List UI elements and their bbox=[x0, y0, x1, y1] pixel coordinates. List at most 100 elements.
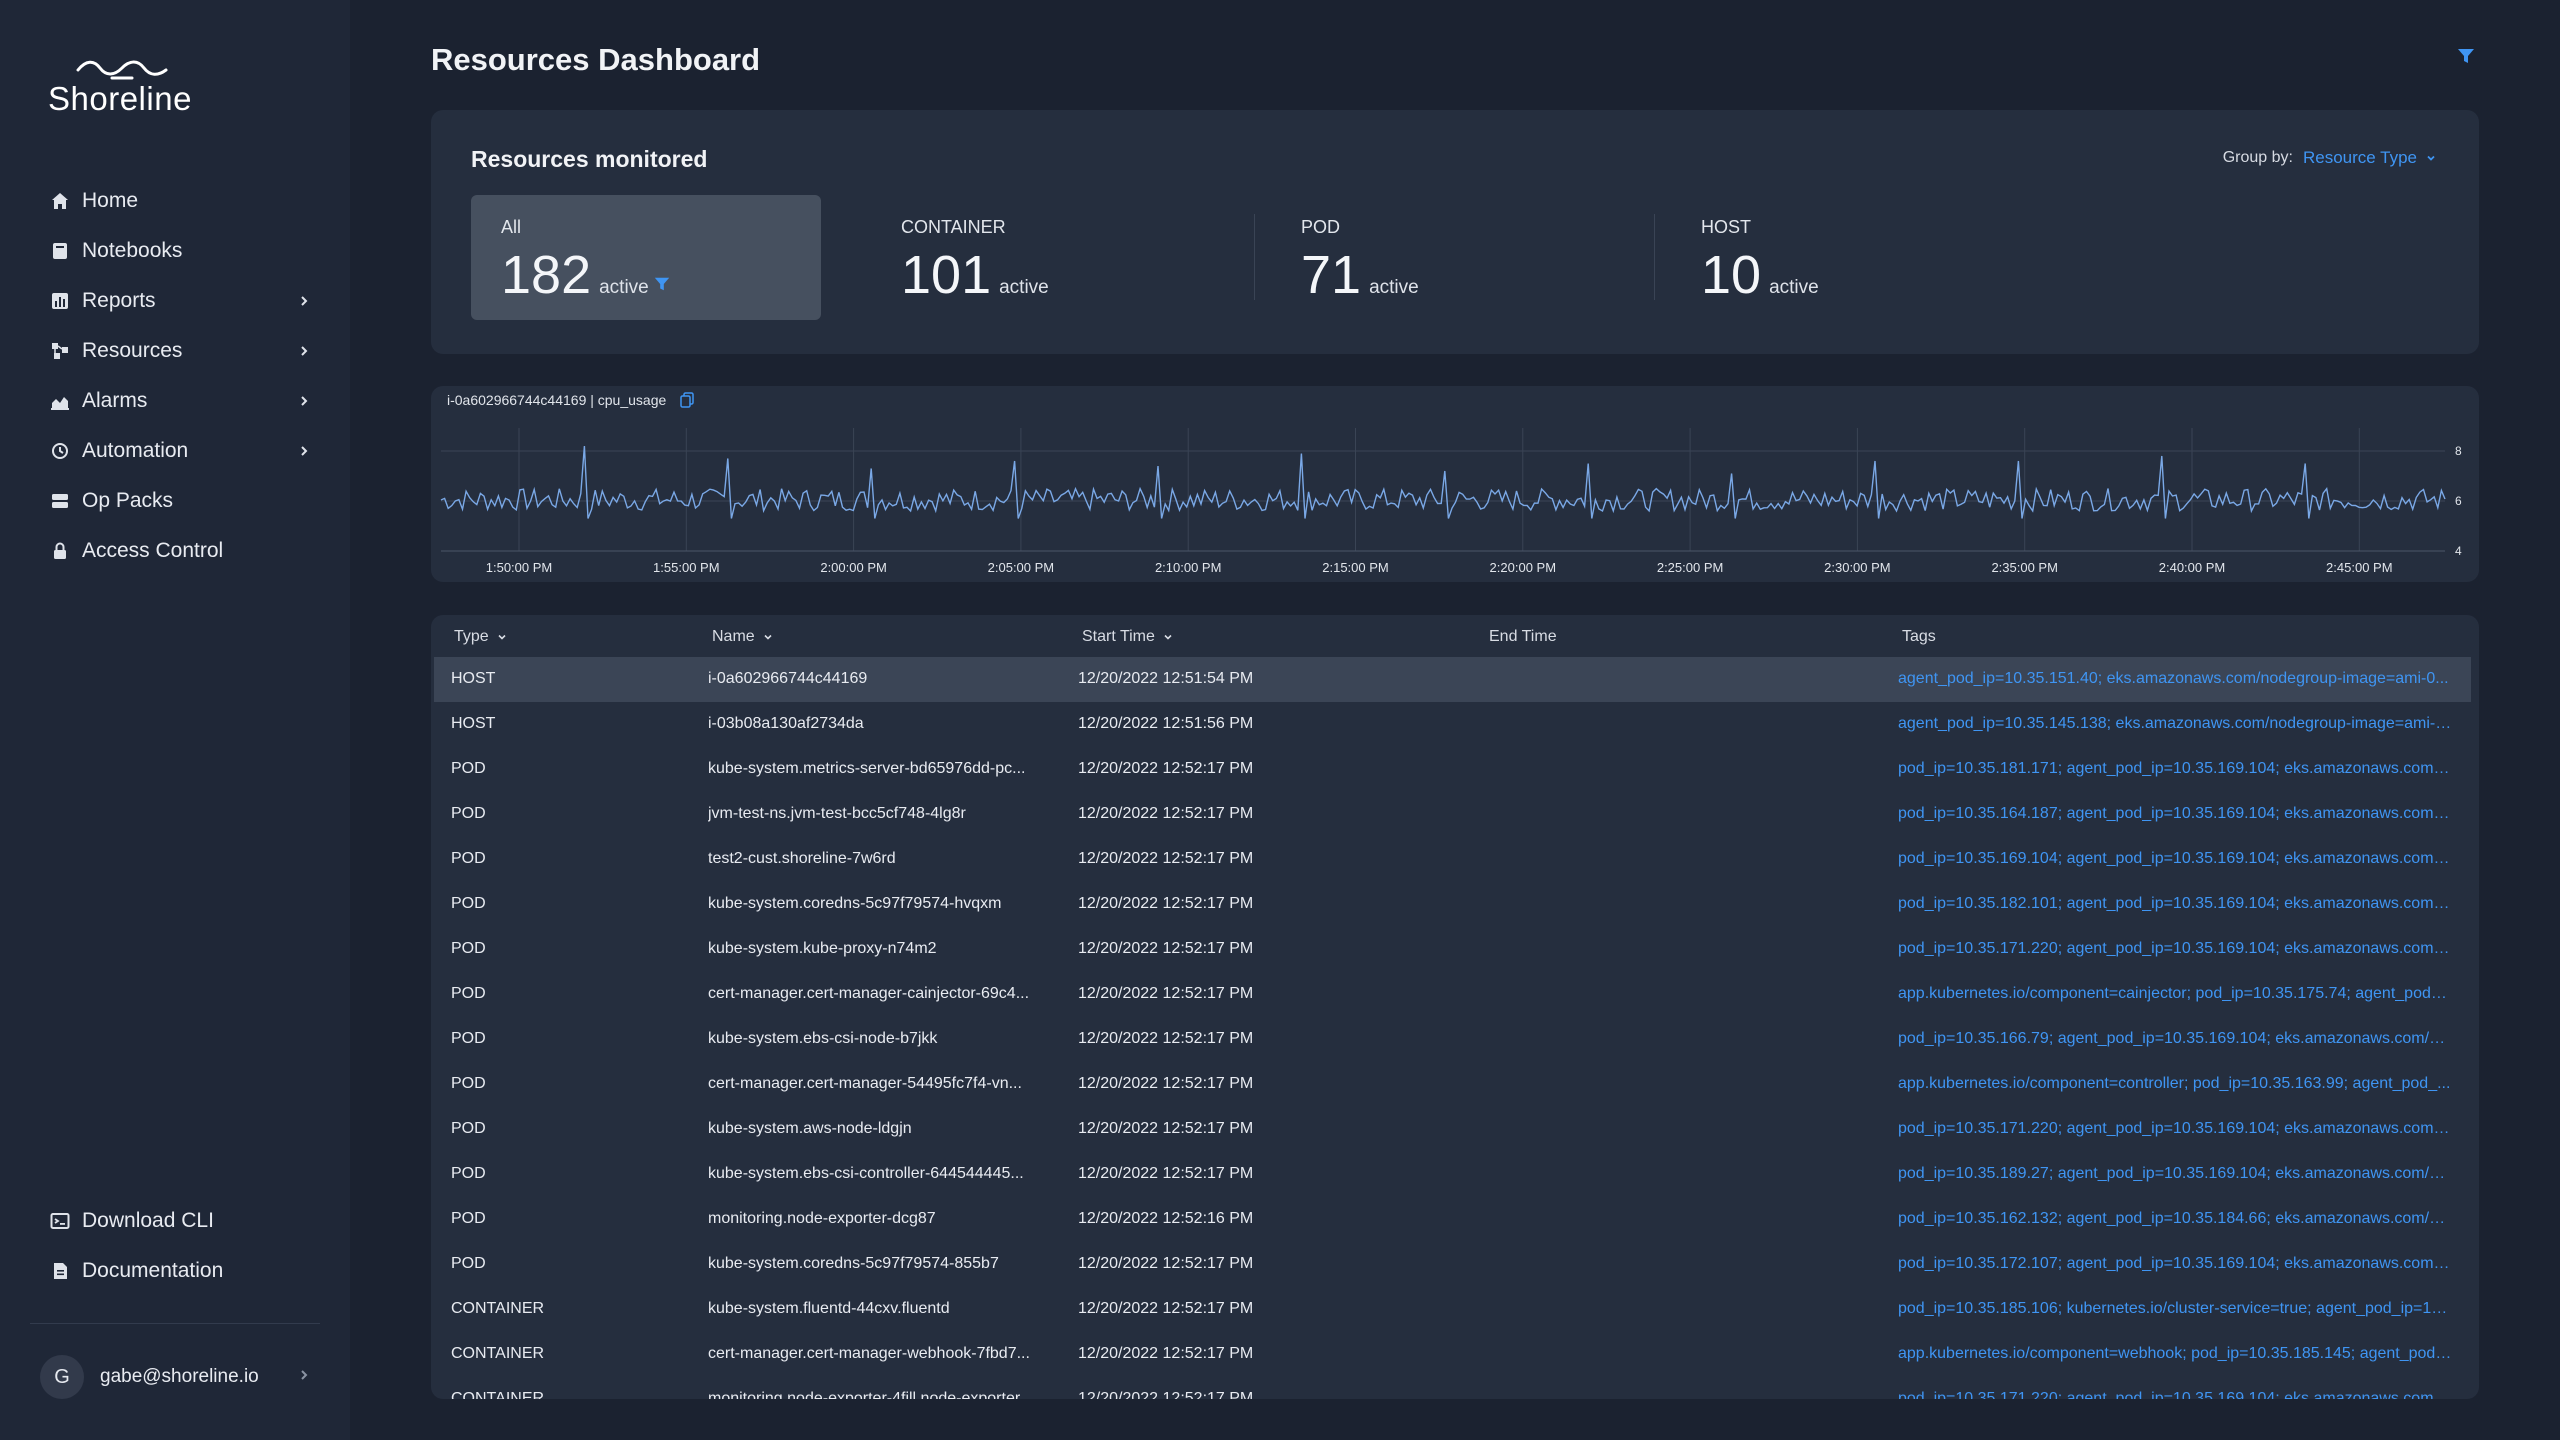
cell-type: CONTAINER bbox=[451, 1390, 545, 1399]
group-by-select[interactable]: Resource Type bbox=[2303, 148, 2437, 168]
cell-start-time: 12/20/2022 12:52:17 PM bbox=[1078, 1345, 1254, 1362]
x-tick-label: 1:55:00 PM bbox=[653, 560, 720, 575]
sidebar-item-documentation[interactable]: Documentation bbox=[0, 1246, 350, 1296]
column-header-name[interactable]: Name bbox=[712, 628, 773, 646]
column-label: Tags bbox=[1902, 628, 1936, 645]
resource-card-host[interactable]: HOST 10 active bbox=[1671, 195, 1991, 320]
cell-tags[interactable]: pod_ip=10.35.182.101; agent_pod_ip=10.35… bbox=[1898, 895, 2452, 913]
x-tick-label: 2:30:00 PM bbox=[1824, 560, 1891, 575]
chevron-right-icon bbox=[298, 1368, 310, 1386]
chart-title-bar: i-0a602966744c44169 | cpu_usage bbox=[447, 392, 695, 408]
cell-tags[interactable]: pod_ip=10.35.171.220; agent_pod_ip=10.35… bbox=[1898, 1390, 2452, 1399]
summary-title: Resources monitored bbox=[471, 146, 708, 172]
group-by: Group by: Resource Type bbox=[2223, 148, 2437, 168]
table-row[interactable]: CONTAINER kube-system.fluentd-44cxv.fluen… bbox=[431, 1287, 2479, 1332]
column-header-type[interactable]: Type bbox=[454, 628, 507, 646]
sidebar-item-access-control[interactable]: Access Control bbox=[0, 526, 350, 576]
resource-card-container[interactable]: CONTAINER 101 active bbox=[871, 195, 1191, 320]
table-row[interactable]: POD kube-system.ebs-csi-node-b7jkk 12/20/2… bbox=[431, 1017, 2479, 1062]
cell-type: POD bbox=[451, 1030, 486, 1047]
cell-tags[interactable]: pod_ip=10.35.185.106; kubernetes.io/clus… bbox=[1898, 1300, 2452, 1318]
sidebar-item-oppacks[interactable]: Op Packs bbox=[0, 476, 350, 526]
cell-name: monitoring.node-exporter-dcg87 bbox=[708, 1210, 936, 1227]
sidebar-item-download-cli[interactable]: Download CLI bbox=[0, 1196, 350, 1246]
column-header-tags[interactable]: Tags bbox=[1902, 628, 1936, 646]
terminal-icon bbox=[50, 1211, 70, 1231]
cell-tags[interactable]: pod_ip=10.35.169.104; agent_pod_ip=10.35… bbox=[1898, 850, 2452, 868]
table-row[interactable]: POD monitoring.node-exporter-dcg87 12/20/2… bbox=[431, 1197, 2479, 1242]
cell-name: jvm-test-ns.jvm-test-bcc5cf748-4lg8r bbox=[708, 805, 966, 822]
cell-tags[interactable]: agent_pod_ip=10.35.145.138; eks.amazonaw… bbox=[1898, 715, 2452, 733]
table-row[interactable]: HOST i-0a602966744c44169 12/20/2022 12:51:… bbox=[434, 657, 2471, 702]
table-row[interactable]: POD cert-manager.cert-manager-cainjector-… bbox=[431, 972, 2479, 1017]
cell-tags[interactable]: app.kubernetes.io/component=webhook; pod… bbox=[1898, 1345, 2452, 1363]
cell-tags[interactable]: app.kubernetes.io/component=cainjector; … bbox=[1898, 985, 2452, 1003]
column-label: Start Time bbox=[1082, 628, 1155, 645]
sidebar-item-resources[interactable]: Resources bbox=[0, 326, 350, 376]
sidebar-item-alarms[interactable]: Alarms bbox=[0, 376, 350, 426]
cell-tags[interactable]: pod_ip=10.35.171.220; agent_pod_ip=10.35… bbox=[1898, 940, 2452, 958]
column-header-end-time[interactable]: End Time bbox=[1489, 628, 1557, 646]
sidebar-item-home[interactable]: Home bbox=[0, 176, 350, 226]
resource-card-all[interactable]: All 182 active bbox=[471, 195, 821, 320]
cpu-usage-chart[interactable]: 4 6 8 1:50:00 PM 1:55:00 PM 2:00:00 PM 2:05:00… bbox=[431, 386, 2479, 582]
cell-tags[interactable]: pod_ip=10.35.189.27; agent_pod_ip=10.35.… bbox=[1898, 1165, 2452, 1183]
table-row[interactable]: POD test2-cust.shoreline-7w6rd 12/20/2022 … bbox=[431, 837, 2479, 882]
cell-start-time: 12/20/2022 12:51:54 PM bbox=[1078, 670, 1254, 687]
table-row[interactable]: POD kube-system.kube-proxy-n74m2 12/20/202… bbox=[431, 927, 2479, 972]
main-content: Resources Dashboard Resources monitored … bbox=[350, 0, 2560, 1440]
shoreline-logo[interactable]: Shoreline bbox=[48, 58, 198, 117]
cell-type: CONTAINER bbox=[451, 1300, 545, 1317]
cell-name: kube-system.fluentd-44cxv.fluentd bbox=[708, 1300, 950, 1317]
copy-icon[interactable] bbox=[680, 392, 695, 408]
sidebar-item-reports[interactable]: Reports bbox=[0, 276, 350, 326]
cell-tags[interactable]: agent_pod_ip=10.35.151.40; eks.amazonaws… bbox=[1898, 670, 2452, 688]
cell-tags[interactable]: pod_ip=10.35.166.79; agent_pod_ip=10.35.… bbox=[1898, 1030, 2452, 1048]
table-row[interactable]: CONTAINER cert-manager.cert-manager-webho… bbox=[431, 1332, 2479, 1377]
avatar: G bbox=[40, 1355, 84, 1399]
sidebar-item-automation[interactable]: Automation bbox=[0, 426, 350, 476]
home-icon bbox=[50, 191, 70, 211]
table-row[interactable]: POD kube-system.metrics-server-bd65976dd-… bbox=[431, 747, 2479, 792]
automation-icon bbox=[50, 441, 70, 461]
sidebar-item-label: Notebooks bbox=[82, 239, 183, 262]
cell-tags[interactable]: pod_ip=10.35.172.107; agent_pod_ip=10.35… bbox=[1898, 1255, 2452, 1273]
sidebar-item-label: Reports bbox=[82, 289, 156, 312]
cell-tags[interactable]: pod_ip=10.35.181.171; agent_pod_ip=10.35… bbox=[1898, 760, 2452, 778]
cell-type: POD bbox=[451, 1120, 486, 1137]
table-row[interactable]: POD jvm-test-ns.jvm-test-bcc5cf748-4lg8r 1… bbox=[431, 792, 2479, 837]
cell-tags[interactable]: pod_ip=10.35.162.132; agent_pod_ip=10.35… bbox=[1898, 1210, 2452, 1228]
sidebar: Shoreline Home Notebooks Reports Resourc… bbox=[0, 0, 350, 1440]
cell-tags[interactable]: pod_ip=10.35.164.187; agent_pod_ip=10.35… bbox=[1898, 805, 2452, 823]
cell-name: kube-system.aws-node-ldgjn bbox=[708, 1120, 912, 1137]
cell-name: kube-system.ebs-csi-controller-644544445… bbox=[708, 1165, 1024, 1182]
cpu-usage-series-line bbox=[440, 445, 2446, 519]
cell-type: POD bbox=[451, 1165, 486, 1182]
sidebar-item-label: Download CLI bbox=[82, 1209, 214, 1232]
resource-card-pod[interactable]: POD 71 active bbox=[1271, 195, 1591, 320]
table-row[interactable]: POD kube-system.coredns-5c97f79574-855b7 1… bbox=[431, 1242, 2479, 1287]
cell-tags[interactable]: app.kubernetes.io/component=controller; … bbox=[1898, 1075, 2452, 1093]
cpu-usage-chart-panel: 4 6 8 1:50:00 PM 1:55:00 PM 2:00:00 PM 2:05:00… bbox=[431, 386, 2479, 582]
cell-tags[interactable]: pod_ip=10.35.171.220; agent_pod_ip=10.35… bbox=[1898, 1120, 2452, 1138]
column-header-start-time[interactable]: Start Time bbox=[1082, 628, 1173, 646]
table-row[interactable]: POD kube-system.ebs-csi-controller-644544… bbox=[431, 1152, 2479, 1197]
chevron-down-icon bbox=[498, 634, 506, 640]
user-menu[interactable]: G gabe@shoreline.io bbox=[40, 1354, 310, 1400]
filter-icon[interactable] bbox=[2456, 46, 2476, 66]
cell-name: kube-system.coredns-5c97f79574-855b7 bbox=[708, 1255, 999, 1272]
x-tick-label: 2:45:00 PM bbox=[2326, 560, 2393, 575]
resources-summary-panel: Resources monitored Group by: Resource T… bbox=[431, 110, 2479, 354]
table-row[interactable]: POD kube-system.aws-node-ldgjn 12/20/2022 … bbox=[431, 1107, 2479, 1152]
cell-name: cert-manager.cert-manager-cainjector-69c… bbox=[708, 985, 1030, 1002]
table-row[interactable]: CONTAINER monitoring.node-exporter-4fjll.… bbox=[431, 1377, 2479, 1399]
cell-name: cert-manager.cert-manager-54495fc7f4-vn.… bbox=[708, 1075, 1022, 1092]
cell-start-time: 12/20/2022 12:52:17 PM bbox=[1078, 1300, 1254, 1317]
table-row[interactable]: POD cert-manager.cert-manager-54495fc7f4-… bbox=[431, 1062, 2479, 1107]
filter-icon bbox=[653, 275, 671, 293]
lock-icon bbox=[50, 541, 70, 561]
notebook-icon bbox=[50, 241, 70, 261]
table-row[interactable]: HOST i-03b08a130af2734da 12/20/2022 12:51:… bbox=[431, 702, 2479, 747]
sidebar-item-notebooks[interactable]: Notebooks bbox=[0, 226, 350, 276]
table-row[interactable]: POD kube-system.coredns-5c97f79574-hvqxm 1… bbox=[431, 882, 2479, 927]
